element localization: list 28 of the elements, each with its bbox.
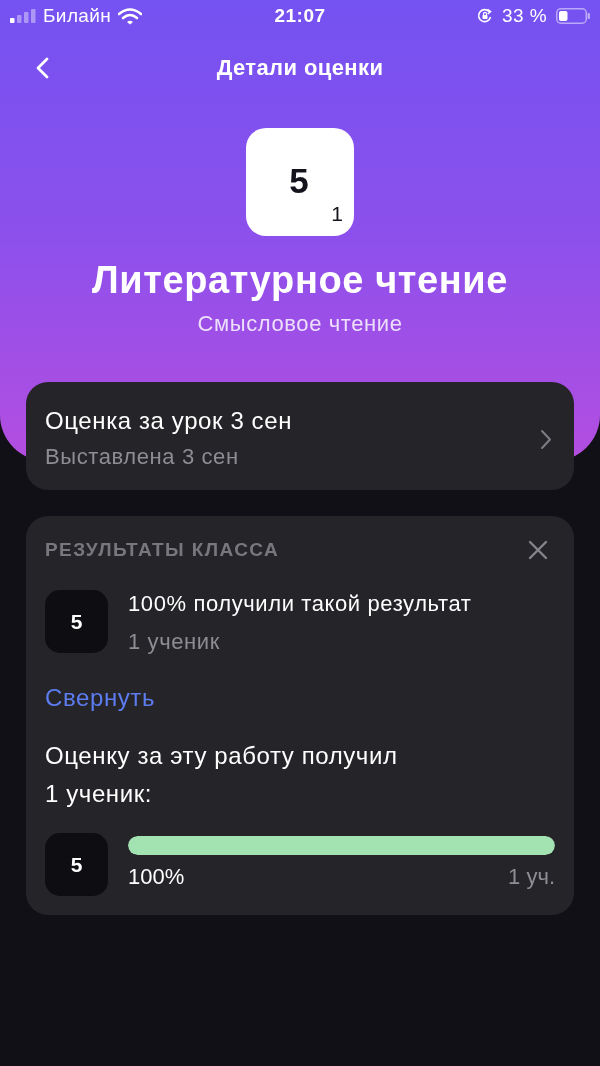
percent-label: 100% xyxy=(128,864,185,890)
student-count: 1 ученик xyxy=(128,628,220,656)
screen-title: Детали оценки xyxy=(216,54,384,82)
close-button[interactable] xyxy=(528,540,548,560)
subject-title: Литературное чтение xyxy=(92,259,508,301)
result-text: 100% получили такой результат xyxy=(128,590,472,618)
wifi-icon xyxy=(118,7,143,25)
clock-time: 21:07 xyxy=(274,5,326,27)
rotation-lock-icon xyxy=(477,8,494,24)
back-chevron-icon xyxy=(35,57,49,79)
lesson-title: Оценка за урок 3 сен xyxy=(45,407,293,435)
battery-percent: 33 % xyxy=(502,5,547,27)
lesson-date: Выставлена 3 сен xyxy=(45,443,239,471)
grade-value: 5 xyxy=(289,161,309,201)
grade-tile: 5 xyxy=(45,590,108,653)
close-icon xyxy=(528,540,548,560)
carrier-name: Билайн xyxy=(43,5,112,27)
breakdown-caption: Оценку за эту работу получил 1 ученик: xyxy=(45,741,398,809)
chevron-right-icon xyxy=(540,428,552,450)
grade-tile: 5 xyxy=(45,833,108,896)
lesson-card[interactable]: Оценка за урок 3 сен Выставлена 3 сен xyxy=(26,382,574,490)
battery-icon xyxy=(556,8,590,24)
section-heading: РЕЗУЛЬТАТЫ КЛАССА xyxy=(45,538,280,562)
topic-subtitle: Смысловое чтение xyxy=(197,311,403,337)
signal-icon xyxy=(10,9,36,23)
count-label: 1 уч. xyxy=(508,864,555,890)
collapse-link[interactable]: Свернуть xyxy=(45,683,156,713)
grade-weight: 1 xyxy=(331,202,343,226)
